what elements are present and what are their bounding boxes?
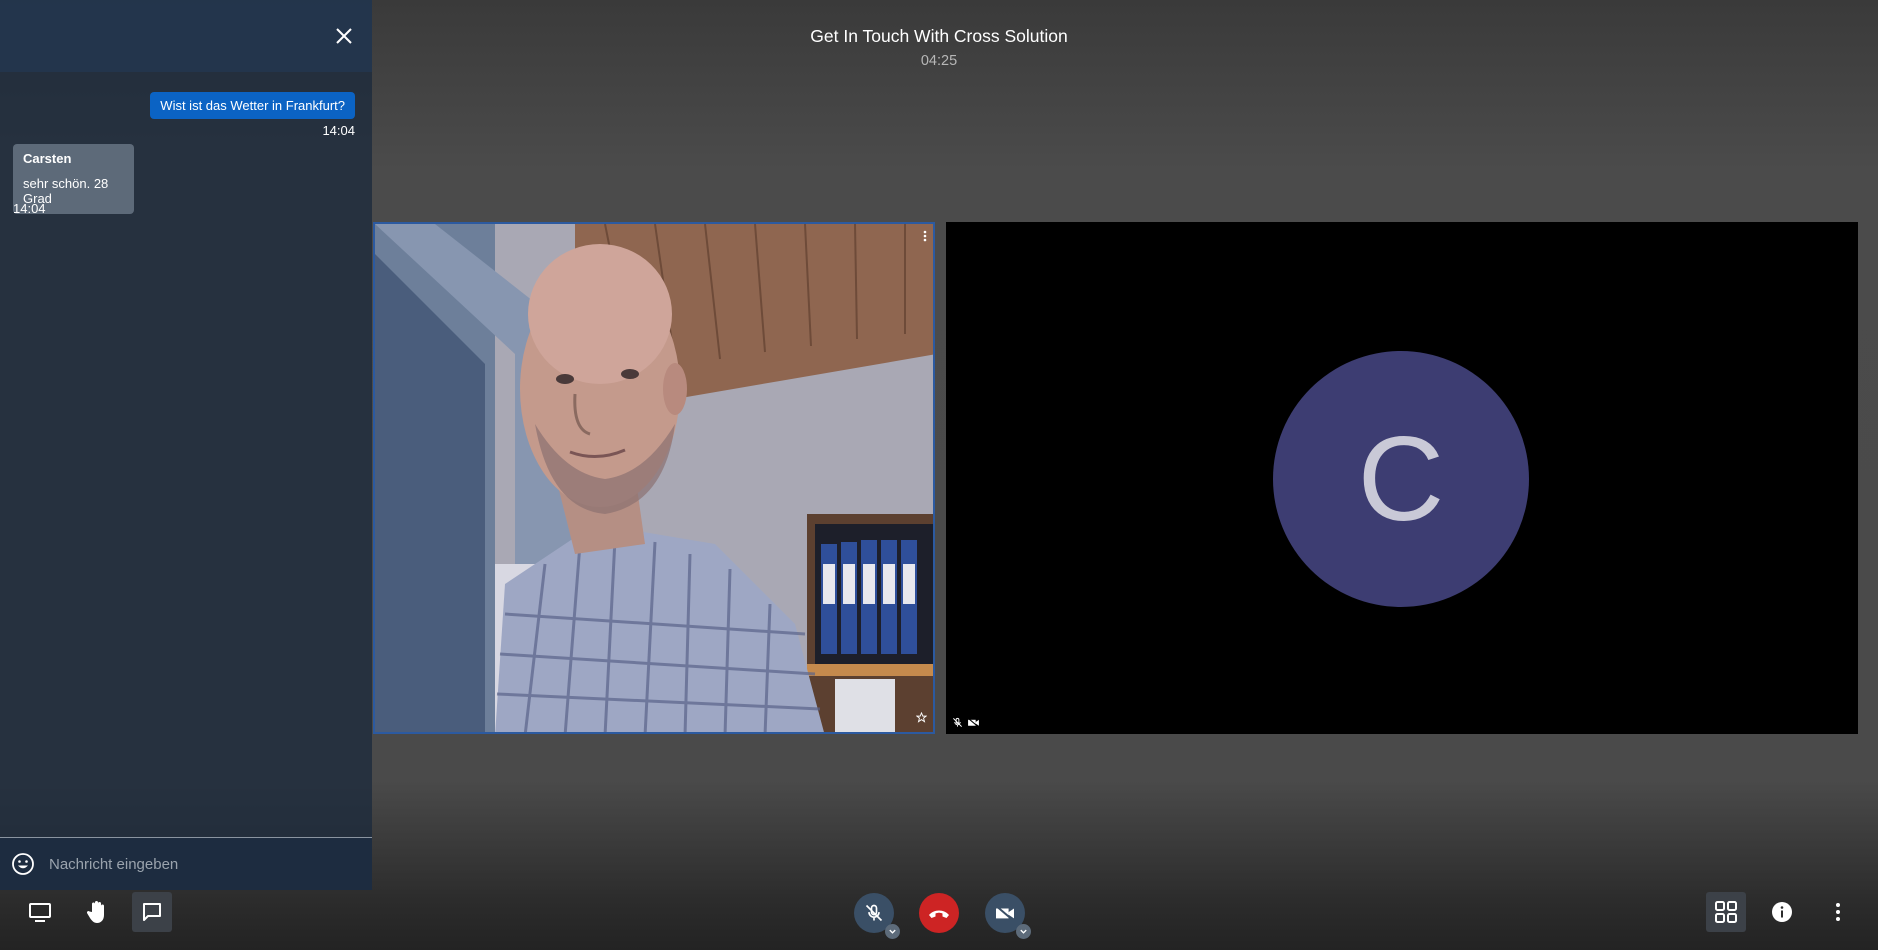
- audio-settings-chevron-icon[interactable]: [885, 924, 900, 939]
- emoji-icon[interactable]: [11, 852, 35, 876]
- info-icon: [1772, 902, 1792, 922]
- microphone-button[interactable]: [854, 893, 900, 939]
- screen-share-button[interactable]: [20, 892, 60, 932]
- tile-more-icon[interactable]: [923, 230, 927, 242]
- camera-off-icon: [995, 905, 1015, 922]
- chat-icon: [143, 903, 161, 921]
- own-message-time: 14:04: [322, 123, 355, 138]
- local-camera-feed: [375, 224, 933, 732]
- remote-camera-off-icon: [967, 717, 980, 728]
- camera-button[interactable]: [985, 893, 1031, 939]
- chat-panel: Wist ist das Wetter in Frankfurt? 14:04 …: [0, 0, 372, 890]
- screen-share-icon: [29, 903, 51, 922]
- own-message: Wist ist das Wetter in Frankfurt?: [150, 92, 355, 119]
- more-options-icon: [1836, 903, 1840, 921]
- participant-avatar: C: [1273, 351, 1529, 607]
- hangup-icon: [929, 910, 949, 918]
- video-settings-chevron-icon[interactable]: [1016, 924, 1031, 939]
- chat-header: [0, 0, 372, 72]
- raise-hand-icon: [86, 901, 104, 923]
- more-options-button[interactable]: [1818, 892, 1858, 932]
- message-sender: Carsten: [23, 151, 72, 166]
- raise-hand-button[interactable]: [77, 892, 117, 932]
- received-message-time: 14:04: [13, 201, 46, 216]
- chat-input-bar: [0, 837, 372, 890]
- remote-mic-muted-icon: [953, 717, 962, 727]
- remote-participant-tile[interactable]: C: [946, 222, 1858, 734]
- moderator-star-icon: [915, 711, 928, 726]
- tile-view-icon: [1715, 901, 1737, 923]
- close-icon[interactable]: [334, 26, 354, 46]
- remote-status-icons: [952, 717, 980, 728]
- local-video-tile[interactable]: [373, 222, 935, 734]
- chat-message-input[interactable]: [47, 854, 351, 874]
- hangup-button[interactable]: [919, 893, 959, 933]
- tile-view-button[interactable]: [1706, 892, 1746, 932]
- microphone-muted-icon: [865, 904, 883, 922]
- info-button[interactable]: [1762, 892, 1802, 932]
- chat-button[interactable]: [132, 892, 172, 932]
